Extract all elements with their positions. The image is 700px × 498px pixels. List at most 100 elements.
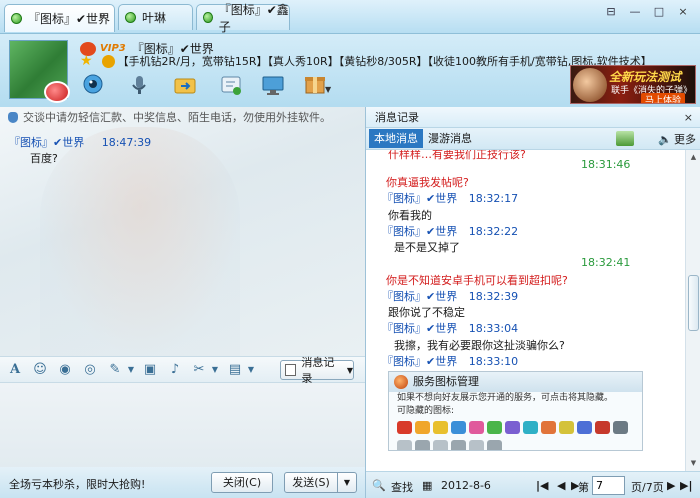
promo-link[interactable]: 全场亏本秒杀，限时大抢购!	[9, 476, 145, 492]
history-title: 消息记录	[375, 111, 419, 124]
chevron-down-icon[interactable]: ▼	[206, 361, 224, 379]
history-message-text: 跟你说了不稳定	[388, 306, 465, 319]
history-time: 18:33:10	[468, 355, 519, 368]
close-window-icon[interactable]: ×	[672, 3, 694, 21]
service-icon-screenshot[interactable]: 服务图标管理 如果不想向好友展示您开通的服务，可点击将其隐藏。 可隐藏的图标:	[388, 371, 643, 451]
message-manager-icon[interactable]	[616, 131, 634, 146]
calendar-icon[interactable]: ▦	[422, 479, 432, 492]
history-message-text: 我擦，我有必要跟你这扯淡骗你么?	[394, 339, 565, 352]
tab-bar: 『图标』✔世界 × 叶琳 『图标』✔鑫子 ⊟ — □ ×	[0, 0, 700, 34]
more-button[interactable]: 🔈 更多	[658, 131, 696, 147]
tab-roaming-messages[interactable]: 漫游消息	[423, 129, 477, 148]
ad-character-image	[573, 68, 607, 102]
service-badge-icon	[505, 421, 520, 434]
history-sender-name: 『图标』✔世界	[382, 192, 458, 205]
search-icon[interactable]: 🔍	[372, 479, 386, 492]
history-scrollbar[interactable]: ▲ ▼	[685, 150, 700, 471]
tab-label: 『图标』✔鑫子	[218, 2, 289, 34]
service-badge-icon	[451, 421, 466, 434]
page-total: 页/7页	[631, 481, 664, 494]
close-button[interactable]: 关闭(C)	[211, 472, 273, 493]
chevron-down-icon[interactable]: ▼	[242, 361, 260, 379]
history-sender-name: 『图标』✔世界	[382, 322, 458, 335]
service-badge-icon	[433, 421, 448, 434]
service-card-title: 服务图标管理	[413, 375, 479, 388]
remote-desktop-icon[interactable]	[260, 73, 286, 97]
history-message-list[interactable]: 什样样…有要我们正技行该? 18:31:46 你真逼我发帖呢? 『图标』✔世界 …	[366, 150, 700, 471]
history-sender-name: 『图标』✔世界	[382, 290, 458, 303]
prev-page-icon[interactable]: ◀	[557, 479, 565, 492]
history-message-header: 『图标』✔世界 18:32:17	[382, 190, 518, 206]
music-icon[interactable]: ♪	[166, 361, 184, 379]
online-status-icon	[203, 12, 213, 23]
scroll-down-icon[interactable]: ▼	[686, 456, 700, 470]
chat-background-image	[40, 127, 240, 356]
history-title-bar: 消息记录 ×	[366, 107, 700, 128]
window-menu-icon[interactable]: ⊟	[600, 3, 622, 21]
close-history-icon[interactable]: ×	[684, 107, 693, 128]
message-text: 百度?	[30, 152, 58, 165]
service-badge-icon	[415, 421, 430, 434]
ad-play-button[interactable]: 马上体验	[641, 93, 686, 103]
chevron-down-icon[interactable]: ▼	[122, 361, 140, 379]
speaker-icon: 🔈	[658, 132, 672, 146]
minimize-icon[interactable]: —	[624, 3, 646, 21]
page-number-input[interactable]	[592, 476, 625, 495]
last-page-icon[interactable]: ▶|	[680, 479, 692, 492]
history-tabs: 本地消息 漫游消息 🔈 更多	[366, 128, 700, 150]
service-badge-icon	[469, 440, 484, 450]
diamond-icon	[101, 54, 115, 68]
message-history-button[interactable]: 消息记录 ▼	[280, 356, 354, 385]
search-label[interactable]: 查找	[391, 479, 413, 495]
tab-label: 叶琳	[142, 11, 167, 25]
tab-local-messages[interactable]: 本地消息	[369, 129, 423, 148]
bottom-bar: 全场亏本秒杀，限时大抢购! 关闭(C) 发送(S) ▼	[0, 467, 365, 498]
service-badge-icon	[577, 421, 592, 434]
chevron-down-icon: ▼	[346, 365, 353, 375]
image-icon[interactable]: ▣	[141, 361, 159, 379]
chat-message-area[interactable]: 交谈中请勿轻信汇款、中奖信息、陌生电话，勿使用外挂软件。 『图标』✔世界 18:…	[0, 107, 365, 356]
service-badge-icon	[415, 440, 430, 450]
scroll-up-icon[interactable]: ▲	[686, 150, 700, 164]
video-call-icon[interactable]	[80, 73, 106, 97]
history-time: 18:31:46	[581, 158, 631, 171]
star-icon: ★	[80, 53, 93, 69]
create-discussion-icon[interactable]	[218, 73, 244, 97]
service-badge-icon	[559, 421, 574, 434]
history-message-text: 你看我的	[388, 209, 432, 222]
emoji-icon[interactable]: ☺	[31, 361, 49, 379]
font-icon[interactable]: A	[6, 361, 24, 379]
page-label: 第	[578, 481, 589, 494]
maximize-icon[interactable]: □	[648, 3, 670, 21]
tab-close-icon[interactable]: ×	[96, 11, 109, 24]
magic-face-icon[interactable]: ◉	[56, 361, 74, 379]
first-page-icon[interactable]: |◀	[536, 479, 548, 492]
message-input[interactable]	[0, 383, 365, 467]
history-message-header: 『图标』✔世界 18:32:39	[382, 288, 518, 304]
history-message-header: 『图标』✔世界 18:32:22	[382, 223, 518, 239]
more-label: 更多	[674, 133, 696, 146]
history-message-header: 『图标』✔世界 18:33:10	[382, 353, 518, 369]
send-file-icon[interactable]	[172, 73, 198, 97]
history-date[interactable]: 2012-8-6	[441, 479, 491, 492]
message-time: 18:47:39	[101, 136, 152, 149]
service-badge-icon	[541, 421, 556, 434]
history-message-text: 你真逼我发帖呢?	[386, 176, 469, 189]
security-notice: 交谈中请勿轻信汇款、中奖信息、陌生电话，勿使用外挂软件。	[8, 109, 331, 125]
shield-icon	[8, 111, 18, 123]
history-message-text: 你是不知道安卓手机可以看到超扣呢?	[386, 274, 568, 287]
tab-chat-xinzi[interactable]: 『图标』✔鑫子	[196, 3, 290, 34]
scrollbar-thumb[interactable]	[688, 275, 699, 331]
send-options-chevron-icon[interactable]: ▼	[337, 472, 357, 493]
contact-header: VIP3 『图标』✔世界 ★ 【手机钻2R/月，宽带钻15R】【真人秀10R】【…	[0, 34, 700, 107]
next-page-icon[interactable]: ▶	[667, 479, 675, 492]
voice-call-icon[interactable]	[126, 73, 152, 97]
service-icon-row	[389, 418, 642, 437]
shake-window-icon[interactable]: ◎	[81, 361, 99, 379]
send-button[interactable]: 发送(S)	[284, 472, 338, 493]
history-message-text: 什样样…有要我们正技行该?	[388, 150, 526, 161]
game-ad-banner[interactable]: 全新玩法测试 联手《消失的子弹》 马上体验	[570, 65, 696, 104]
chevron-down-icon[interactable]: ▼	[325, 85, 331, 94]
tab-chat-shijie[interactable]: 『图标』✔世界 ×	[4, 4, 115, 32]
tab-chat-yelin[interactable]: 叶琳	[118, 4, 193, 30]
